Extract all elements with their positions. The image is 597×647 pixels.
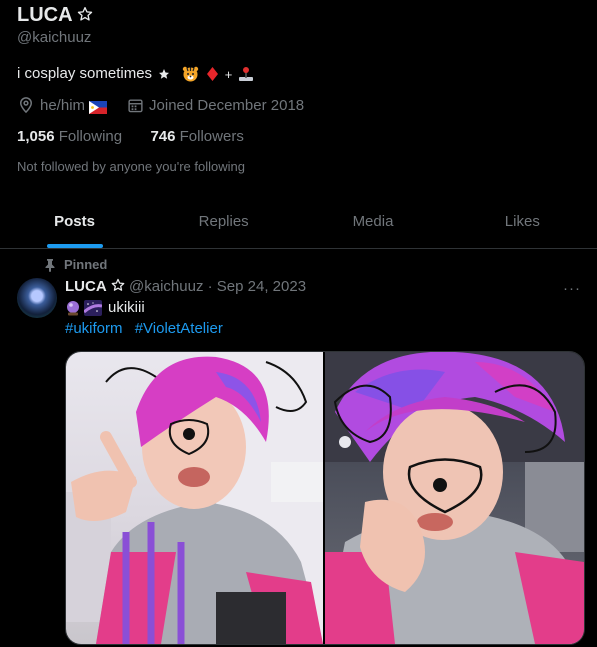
post-header: LUCA @kaichuuz · Sep 24, 2023 — [65, 278, 306, 295]
tiger-emoji-icon — [182, 66, 199, 82]
post-media-grid — [65, 351, 585, 645]
pinned-label: Pinned — [64, 257, 108, 272]
post-handle[interactable]: @kaichuuz — [129, 278, 203, 295]
calendar-icon — [128, 98, 143, 112]
profile-handle: @kaichuuz — [17, 29, 92, 46]
crystal-ball-icon — [65, 300, 81, 316]
philippines-flag-icon — [89, 99, 108, 115]
post-author[interactable]: LUCA — [65, 278, 107, 295]
more-icon[interactable]: ··· — [563, 280, 581, 297]
following-link[interactable]: 1,056 Following — [17, 128, 122, 145]
followers-link[interactable]: 746 Followers — [150, 128, 243, 145]
location-icon — [19, 97, 33, 114]
post-body-text: ukikiii — [108, 299, 145, 316]
profile-name: LUCA — [17, 4, 93, 27]
profile-name-text: LUCA — [17, 4, 72, 26]
post-date[interactable]: Sep 24, 2023 — [217, 278, 306, 295]
media-photo[interactable] — [66, 352, 323, 644]
tab-likes-label: Likes — [504, 213, 540, 230]
tab-likes[interactable]: Likes — [448, 196, 597, 248]
joystick-emoji-icon — [238, 66, 254, 82]
avatar[interactable] — [17, 278, 57, 318]
plus-sign: + — [224, 66, 233, 82]
pinned-indicator: Pinned — [44, 257, 107, 272]
following-label: Following — [58, 128, 123, 145]
milky-way-icon — [83, 299, 103, 316]
tab-posts[interactable]: Posts — [0, 196, 149, 248]
media-photo[interactable] — [325, 352, 584, 644]
profile-meta: he/him Joined December 2018 — [17, 96, 305, 115]
tab-media-label: Media — [352, 213, 394, 230]
tab-posts-label: Posts — [54, 213, 95, 230]
not-followed-notice: Not followed by anyone you're following — [17, 159, 245, 174]
tab-media[interactable]: Media — [298, 196, 447, 248]
red-diamond-icon — [206, 66, 219, 82]
profile-bio: i cosplay sometimes + — [17, 65, 254, 82]
post-text: ukikiii — [65, 299, 145, 316]
profile-tabs: Posts Replies Media Likes — [0, 196, 597, 249]
following-count: 1,056 — [17, 128, 55, 145]
dot-separator: · — [207, 278, 213, 295]
star-icon — [78, 6, 93, 21]
post-hashtags: #ukiform #VioletAtelier — [65, 320, 231, 337]
tab-replies[interactable]: Replies — [149, 196, 298, 248]
star-icon — [111, 278, 125, 291]
hashtag-link[interactable]: #ukiform — [65, 320, 123, 337]
active-tab-indicator — [46, 244, 103, 248]
pin-icon — [45, 258, 55, 272]
bio-text: i cosplay sometimes — [17, 65, 153, 82]
hashtag-link[interactable]: #VioletAtelier — [135, 320, 223, 337]
follow-counts: 1,056 Following 746 Followers — [17, 128, 244, 145]
followers-label: Followers — [179, 128, 244, 145]
pronouns: he/him — [40, 96, 86, 114]
tab-replies-label: Replies — [198, 213, 249, 230]
joined-date: Joined December 2018 — [149, 96, 305, 114]
star-icon — [159, 69, 170, 79]
followers-count: 746 — [150, 128, 176, 145]
